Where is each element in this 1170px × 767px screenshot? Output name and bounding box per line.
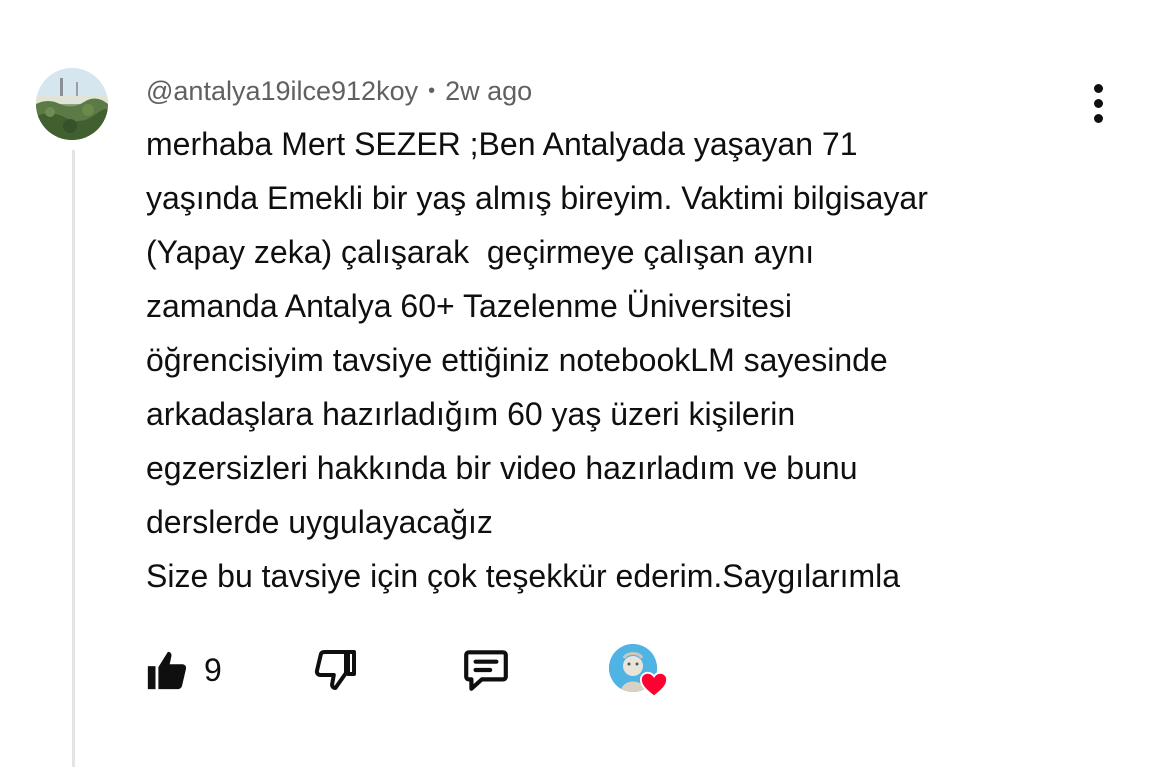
comment-timestamp[interactable]: 2w ago	[445, 76, 532, 106]
heart-icon	[639, 671, 669, 698]
comment-line: Size bu tavsiye için çok teşekkür ederim…	[146, 558, 901, 594]
avatar-landscape-image	[36, 68, 108, 140]
comment-header: @antalya19ilce912koy • 2w ago	[146, 74, 532, 108]
dislike-button[interactable]	[312, 642, 360, 698]
header-separator: •	[428, 80, 436, 102]
comment-line: yaşında Emekli bir yaş almış bireyim. Va…	[146, 180, 928, 216]
reply-button[interactable]	[460, 642, 512, 698]
comment-line: derslerde uygulayacağız	[146, 504, 493, 540]
comment-line: merhaba Mert SEZER ;Ben Antalyada yaşaya…	[146, 126, 858, 162]
author-handle[interactable]: @antalya19ilce912koy	[146, 76, 418, 106]
thumbs-up-icon	[147, 651, 187, 690]
thumbs-down-icon	[314, 650, 356, 690]
comment-text: merhaba Mert SEZER ;Ben Antalyada yaşaya…	[146, 117, 1136, 603]
comment-line: zamanda Antalya 60+ Tazelenme Üniversite…	[146, 288, 792, 324]
author-avatar[interactable]	[36, 68, 108, 140]
comment-line: (Yapay zeka) çalışarak geçirmeye çalışan…	[146, 234, 815, 270]
comment-action-bar: 9	[144, 642, 704, 698]
reply-thread-line	[72, 150, 75, 767]
like-button[interactable]: 9	[144, 642, 222, 698]
reply-comment-icon	[464, 650, 508, 691]
comment-line: arkadaşlara hazırladığım 60 yaş üzeri ki…	[146, 396, 796, 432]
creator-heart-badge[interactable]	[609, 642, 669, 702]
comment-line: öğrencisiyim tavsiye ettiğiniz notebookL…	[146, 342, 888, 378]
comment-line: egzersizleri hakkında bir video hazırlad…	[146, 450, 858, 486]
like-count: 9	[204, 651, 222, 688]
